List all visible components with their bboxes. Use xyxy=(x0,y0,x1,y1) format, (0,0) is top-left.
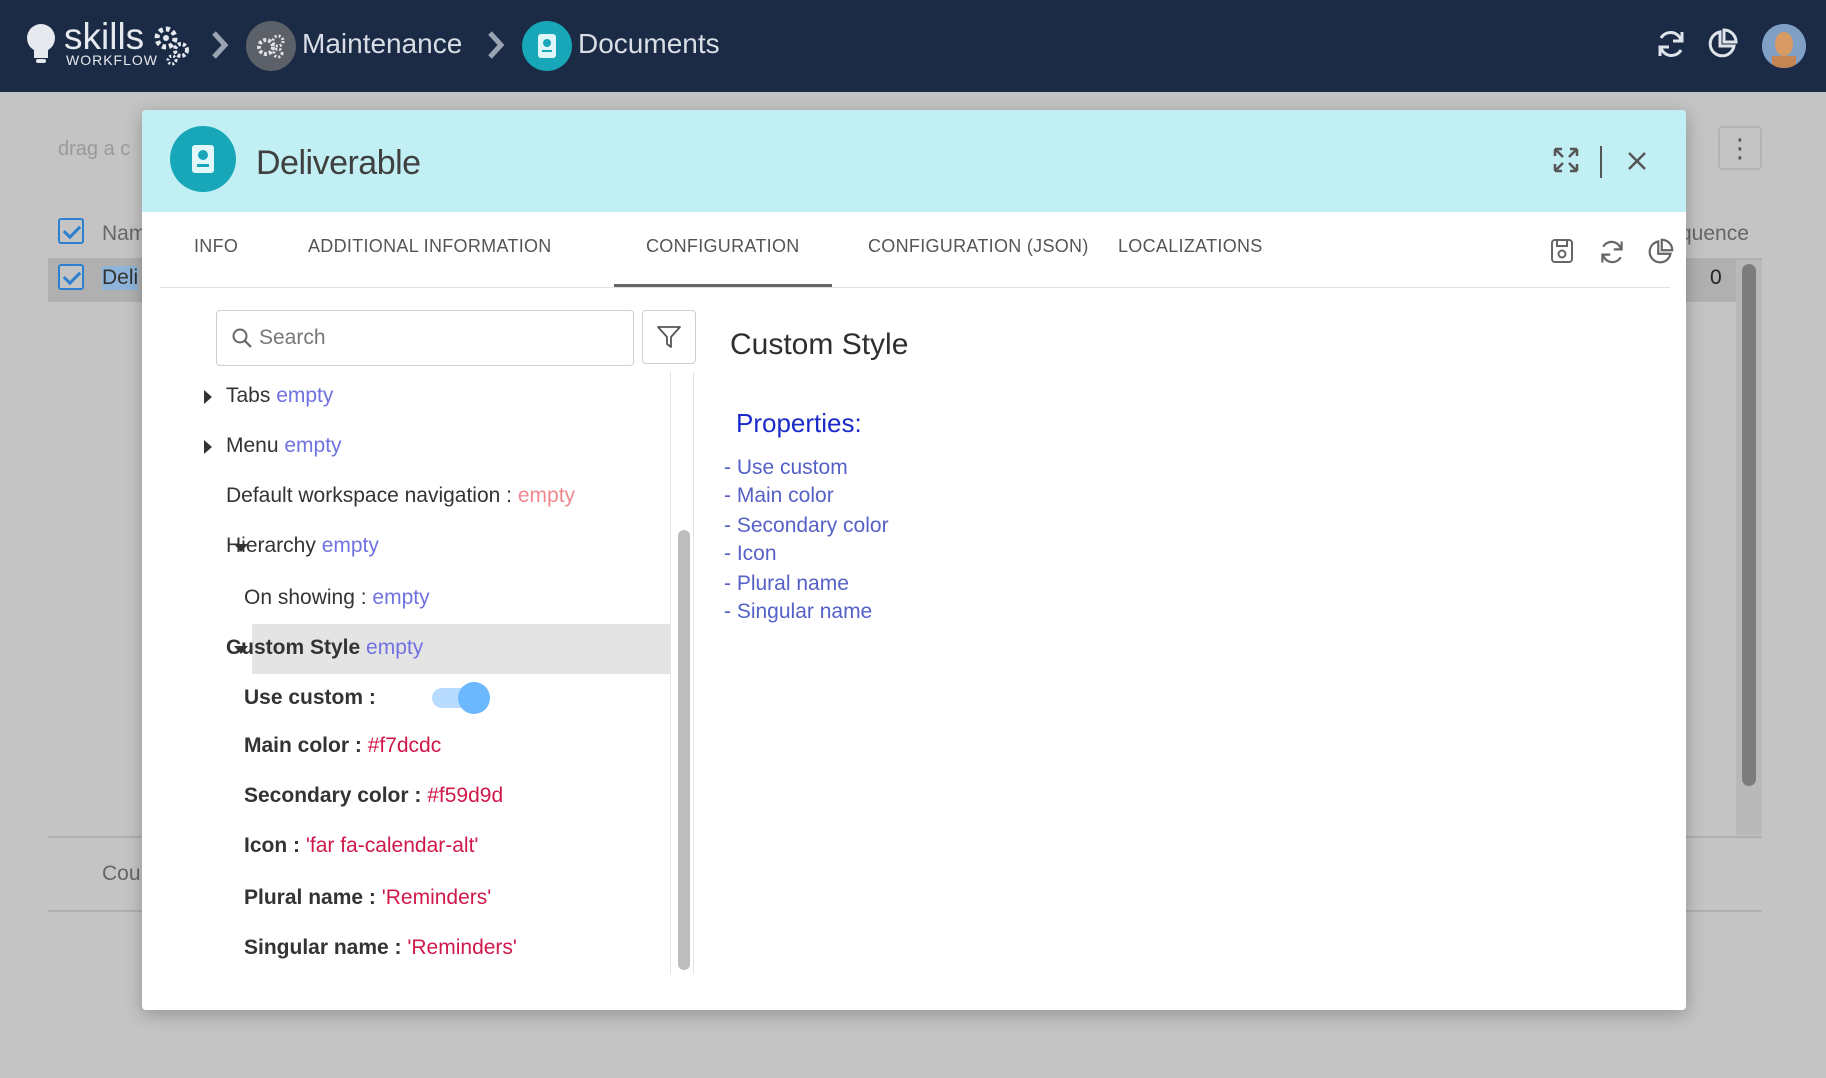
tab-additional-information[interactable]: ADDITIONAL INFORMATION xyxy=(308,236,552,257)
breadcrumb-maintenance[interactable]: Maintenance xyxy=(302,28,462,60)
header-separator xyxy=(1600,146,1602,178)
filter-icon xyxy=(657,326,681,348)
detail-title: Custom Style xyxy=(730,328,909,361)
tab-configuration[interactable]: CONFIGURATION xyxy=(646,236,800,257)
search-icon xyxy=(232,328,252,348)
gears-icon xyxy=(154,26,189,66)
user-avatar[interactable] xyxy=(1762,24,1806,68)
caret-right-icon[interactable] xyxy=(204,390,212,404)
property-item: - Singular name xyxy=(724,600,873,623)
logo-subtitle: WORKFLOW xyxy=(66,52,158,68)
row-sequence: 0 xyxy=(1710,266,1722,289)
tree-item-main-color[interactable]: Main color : #f7dcdc xyxy=(244,734,441,758)
tree-item-use-custom: Use custom : xyxy=(244,686,376,709)
close-icon[interactable] xyxy=(1626,150,1648,172)
filter-button[interactable] xyxy=(642,310,696,364)
properties-heading: Properties: xyxy=(736,408,862,438)
active-tab-indicator xyxy=(614,284,832,287)
toggle-knob xyxy=(458,682,490,714)
refresh-icon[interactable] xyxy=(1598,238,1626,266)
property-item: - Use custom xyxy=(724,456,848,479)
search-placeholder: Search xyxy=(259,326,326,349)
expand-icon[interactable] xyxy=(1552,146,1580,174)
tab-info[interactable]: INFO xyxy=(194,236,238,257)
save-icon[interactable] xyxy=(1550,238,1574,264)
property-item: - Secondary color xyxy=(724,514,889,537)
tab-configuration-json[interactable]: CONFIGURATION (JSON) xyxy=(868,236,1089,257)
document-icon xyxy=(170,126,236,192)
modal-title: Deliverable xyxy=(256,144,421,182)
property-item: - Main color xyxy=(724,484,834,507)
more-options-icon[interactable]: ⋮ xyxy=(1718,126,1762,170)
search-input[interactable]: Search xyxy=(216,310,634,366)
chevron-right-icon xyxy=(488,31,505,59)
deliverable-modal: Deliverable INFO ADDITIONAL INFORMATION … xyxy=(142,110,1686,1010)
footer-label: Cou xyxy=(102,862,141,885)
top-bar: skills WORKFLOW Maintenance Documents xyxy=(0,0,1826,92)
breadcrumb-documents[interactable]: Documents xyxy=(578,28,720,60)
document-icon xyxy=(538,34,556,58)
tree-item-icon[interactable]: Icon : 'far fa-calendar-alt' xyxy=(244,834,478,858)
tree-item-hierarchy[interactable]: Hierarchy empty xyxy=(226,534,379,558)
row-checkbox[interactable] xyxy=(58,264,84,290)
breadcrumb-maintenance-icon[interactable] xyxy=(246,21,296,71)
tree-scrollbar-thumb[interactable] xyxy=(678,530,690,970)
select-all-checkbox[interactable] xyxy=(58,218,84,244)
row-name: Deli xyxy=(102,266,139,290)
tree-item-custom-style[interactable]: Custom Style empty xyxy=(226,636,423,660)
tree-item-plural-name[interactable]: Plural name : 'Reminders' xyxy=(244,886,491,910)
tree-item-secondary-color[interactable]: Secondary color : #f59d9d xyxy=(244,784,503,808)
modal-header: Deliverable xyxy=(142,110,1686,212)
caret-right-icon[interactable] xyxy=(204,440,212,454)
drag-hint: drag a c xyxy=(58,138,131,160)
property-item: - Icon xyxy=(724,542,777,565)
column-header-name[interactable]: Nam xyxy=(102,222,146,246)
tree-item-menu[interactable]: Menu empty xyxy=(226,434,342,458)
gears-icon xyxy=(257,34,285,59)
tab-localizations[interactable]: LOCALIZATIONS xyxy=(1118,236,1263,257)
tree-item-tabs[interactable]: Tabs empty xyxy=(226,384,333,408)
property-item: - Plural name xyxy=(724,572,849,595)
pie-chart-icon[interactable] xyxy=(1646,238,1674,266)
use-custom-toggle[interactable] xyxy=(432,682,490,714)
table-scrollbar-thumb[interactable] xyxy=(1742,264,1756,786)
breadcrumb-documents-icon[interactable] xyxy=(522,21,572,71)
tree-item-default-workspace-navigation[interactable]: Default workspace navigation : empty xyxy=(226,484,575,508)
tree-item-on-showing[interactable]: On showing : empty xyxy=(244,586,430,610)
tree-item-singular-name[interactable]: Singular name : 'Reminders' xyxy=(244,936,517,960)
chevron-right-icon xyxy=(212,31,229,59)
column-header-sequence[interactable]: quence xyxy=(1680,222,1749,246)
refresh-icon[interactable] xyxy=(1656,28,1686,60)
tab-bar: INFO ADDITIONAL INFORMATION CONFIGURATIO… xyxy=(160,212,1674,288)
lightbulb-icon xyxy=(27,24,55,63)
pie-chart-icon[interactable] xyxy=(1706,28,1738,60)
